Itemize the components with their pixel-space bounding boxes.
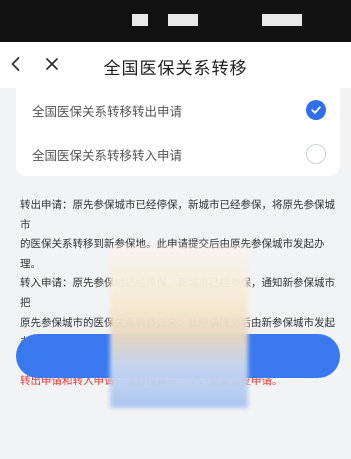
status-icon [262,14,302,26]
info-line: 转出申请：原先参保城市已经停保，新城市已经参保，将原先参保城市 [20,199,335,231]
radio-empty-icon[interactable] [306,144,326,164]
option-transfer-out[interactable]: 全国医保关系转移转出申请 [16,88,340,132]
options-card: 全国医保关系转移转出申请 全国医保关系转移转入申请 [16,88,340,176]
nav-bar: 全国医保关系转移 [0,42,351,88]
status-bar [0,0,351,42]
option-transfer-in[interactable]: 全国医保关系转移转入申请 [16,132,340,176]
main-content: 全国医保关系转移转出申请 全国医保关系转移转入申请 转出申请：原先参保城市已经停… [0,88,351,459]
blurred-popup [110,248,248,408]
status-icon [132,14,148,26]
option-label: 全国医保关系转移转出申请 [32,104,183,119]
option-label: 全国医保关系转移转入申请 [32,148,183,163]
page-title: 全国医保关系转移 [103,59,248,79]
status-icon [168,14,198,26]
check-circle-icon[interactable] [306,100,326,120]
